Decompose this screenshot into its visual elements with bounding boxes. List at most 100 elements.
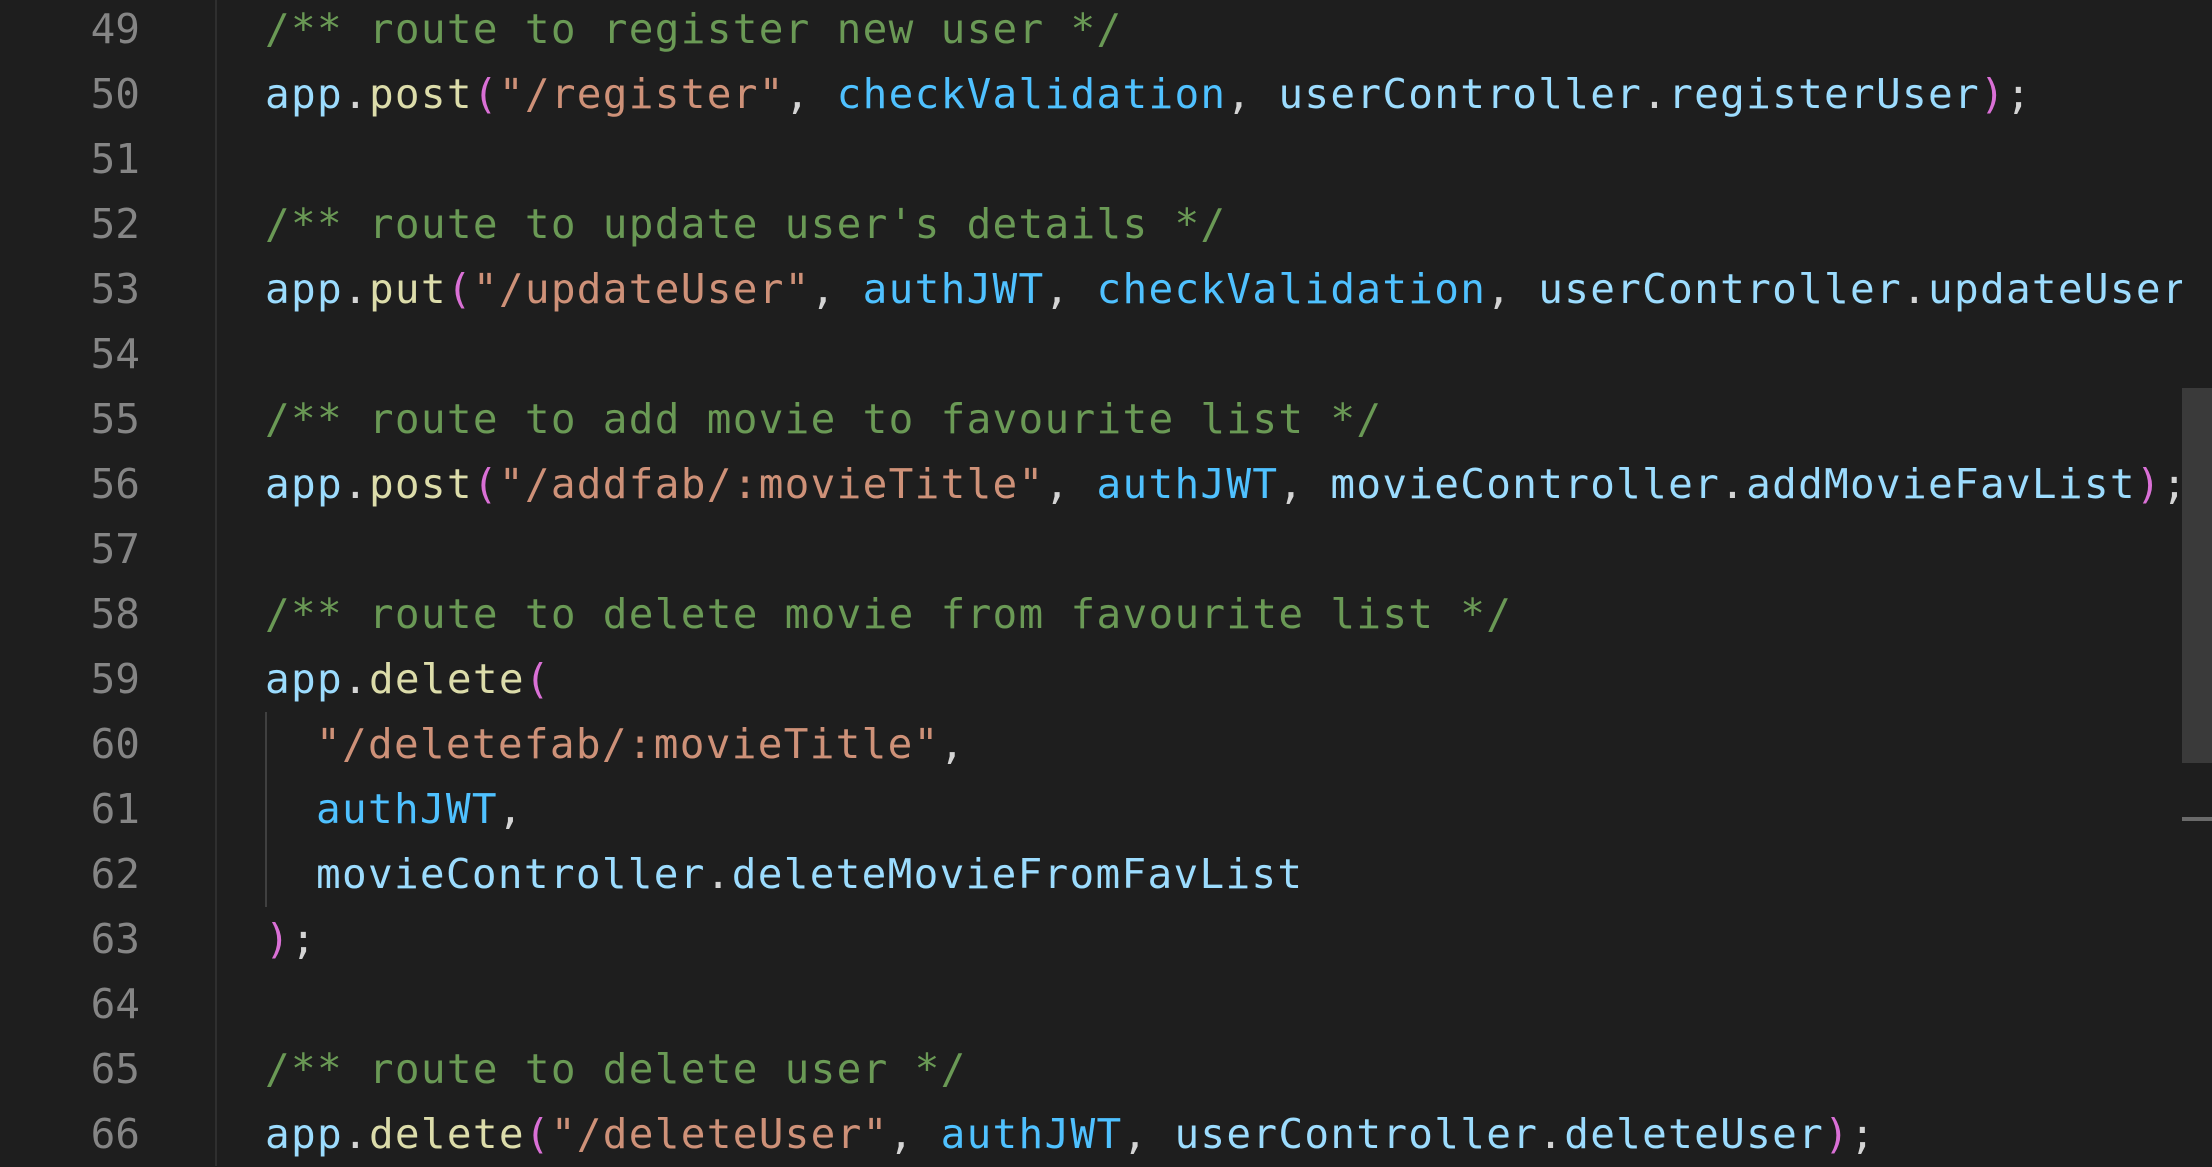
code-token-default: ,: [1122, 1110, 1175, 1158]
code-token-default: .: [342, 265, 369, 313]
code-token-default: ,: [1486, 265, 1539, 313]
code-text[interactable]: /** route to update user's details */: [265, 192, 1226, 257]
code-token-comment: /** route to register new user */: [265, 5, 1123, 53]
code-token-default: .: [1538, 1110, 1565, 1158]
code-token-var: userController: [1278, 70, 1643, 118]
code-text[interactable]: app.post("/register", checkValidation, u…: [265, 62, 2032, 127]
code-line[interactable]: 63);: [0, 907, 2212, 972]
code-editor[interactable]: 49 /** route to register new user */ 50 app…: [0, 0, 2212, 1166]
code-line[interactable]: 54: [0, 322, 2212, 387]
code-token-string: "/addfab/:movieTitle": [498, 460, 1045, 508]
code-line[interactable]: 56 app.post("/addfab/:movieTitle", authJW…: [0, 452, 2212, 517]
code-token-method: delete: [368, 1110, 525, 1158]
code-line[interactable]: 58 /** route to delete movie from favouri…: [0, 582, 2212, 647]
indent-guide: [265, 842, 267, 907]
code-token-default: ;: [2005, 70, 2032, 118]
code-line[interactable]: 51: [0, 127, 2212, 192]
line-number: 53: [90, 265, 140, 313]
code-text[interactable]: app.delete(: [265, 647, 551, 712]
line-number: 51: [90, 135, 140, 183]
code-token-default: .: [342, 1110, 369, 1158]
code-text[interactable]: authJWT,: [316, 777, 524, 842]
line-number: 64: [90, 980, 140, 1028]
code-token-default: ,: [1044, 460, 1097, 508]
code-token-var: app: [265, 460, 343, 508]
code-line[interactable]: 50 app.post("/register", checkValidation,…: [0, 62, 2212, 127]
code-token-paren: ): [2135, 460, 2162, 508]
code-token-string: "/updateUser": [472, 265, 811, 313]
code-line[interactable]: 53 app.put("/updateUser", authJWT, checkV…: [0, 257, 2212, 322]
code-token-method: delete: [368, 655, 525, 703]
code-text[interactable]: /** route to delete user */: [265, 1037, 967, 1102]
line-number: 55: [90, 395, 140, 443]
scrollbar-cursor-marker: [2182, 817, 2212, 821]
line-number: 65: [90, 1045, 140, 1093]
code-text[interactable]: app.put("/updateUser", authJWT, checkVal…: [265, 257, 2212, 322]
code-token-var: app: [265, 70, 343, 118]
code-token-paren: (: [472, 460, 499, 508]
code-token-default: .: [342, 460, 369, 508]
code-token-default: .: [342, 655, 369, 703]
line-number: 62: [90, 850, 140, 898]
code-token-default: ,: [1278, 460, 1331, 508]
line-number: 63: [90, 915, 140, 963]
code-token-comment: /** route to add movie to favourite list…: [265, 395, 1383, 443]
code-text[interactable]: /** route to register new user */: [265, 0, 1122, 62]
line-number: 57: [90, 525, 140, 573]
code-line[interactable]: 66 app.delete("/deleteUser", authJWT, use…: [0, 1102, 2212, 1167]
code-text[interactable]: "/deletefab/:movieTitle",: [316, 712, 966, 777]
code-line[interactable]: 49 /** route to register new user */: [0, 0, 2212, 62]
code-token-func: authJWT: [862, 265, 1045, 313]
code-text[interactable]: /** route to add movie to favourite list…: [265, 387, 1382, 452]
code-token-comment: /** route to delete movie from favourite…: [265, 590, 1513, 638]
indent-guide: [265, 712, 267, 777]
code-line[interactable]: 55 /** route to add movie to favourite li…: [0, 387, 2212, 452]
code-token-comment: /** route to delete user */: [265, 1045, 967, 1093]
code-token-paren: (: [446, 265, 473, 313]
code-line[interactable]: 62 movieController.deleteMovieFromFavList: [0, 842, 2212, 907]
line-number: 56: [90, 460, 140, 508]
code-line[interactable]: 52 /** route to update user's details */: [0, 192, 2212, 257]
code-token-func: authJWT: [940, 1110, 1123, 1158]
code-token-var: app: [265, 265, 343, 313]
vertical-scrollbar-thumb[interactable]: [2182, 388, 2212, 763]
code-token-default: ,: [497, 785, 524, 833]
line-number: 49: [90, 5, 140, 53]
code-text[interactable]: app.delete("/deleteUser", authJWT, userC…: [265, 1102, 1876, 1167]
code-text[interactable]: /** route to delete movie from favourite…: [265, 582, 1512, 647]
code-token-default: .: [1720, 460, 1747, 508]
code-token-default: ,: [1226, 70, 1279, 118]
code-token-func: authJWT: [316, 785, 498, 833]
code-token-method: put: [368, 265, 447, 313]
code-token-comment: /** route to update user's details */: [265, 200, 1227, 248]
code-token-var: addMovieFavList: [1746, 460, 2136, 508]
code-token-var: deleteUser: [1564, 1110, 1825, 1158]
code-line[interactable]: 59 app.delete(: [0, 647, 2212, 712]
code-line[interactable]: 57: [0, 517, 2212, 582]
code-line[interactable]: 61 authJWT,: [0, 777, 2212, 842]
line-number: 58: [90, 590, 140, 638]
code-token-var: updateUser: [1928, 265, 2188, 313]
code-line[interactable]: 60 "/deletefab/:movieTitle",: [0, 712, 2212, 777]
code-token-default: .: [342, 70, 369, 118]
code-token-var: userController: [1174, 1110, 1539, 1158]
code-token-default: ,: [784, 70, 837, 118]
code-token-paren: ): [265, 915, 291, 963]
code-token-default: ,: [1044, 265, 1097, 313]
code-token-paren: ): [1979, 70, 2006, 118]
code-line[interactable]: 64: [0, 972, 2212, 1037]
indent-guide: [265, 777, 267, 842]
code-text[interactable]: movieController.deleteMovieFromFavList: [316, 842, 1303, 907]
code-token-default: ;: [1850, 1110, 1877, 1158]
code-token-string: "/deletefab/:movieTitle": [316, 720, 940, 768]
code-text[interactable]: app.post("/addfab/:movieTitle", authJWT,…: [265, 452, 2188, 517]
code-token-paren: (: [472, 70, 499, 118]
code-token-default: .: [705, 850, 732, 898]
code-token-func: checkValidation: [1096, 265, 1487, 313]
code-token-default: ;: [290, 915, 317, 963]
code-line[interactable]: 65 /** route to delete user */: [0, 1037, 2212, 1102]
code-text[interactable]: );: [265, 907, 317, 972]
code-token-default: ,: [939, 720, 966, 768]
code-token-method: post: [368, 460, 473, 508]
code-token-var: registerUser: [1668, 70, 1980, 118]
